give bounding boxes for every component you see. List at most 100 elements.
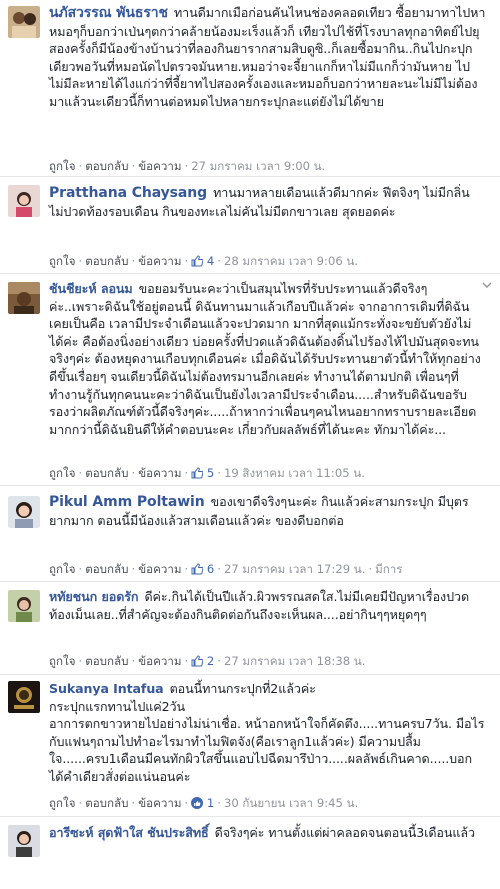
message-link[interactable]: ข้อความ (138, 654, 181, 668)
separator: · (217, 466, 221, 480)
comment: หทัยชนก ยอดรัก ดีค่ะ.กินได้เป็นปีแล้ว.ผิว… (0, 582, 500, 675)
separator: · (78, 466, 83, 480)
message-link[interactable]: ข้อความ (138, 159, 181, 173)
reply-link[interactable]: ตอบกลับ (85, 796, 128, 810)
edited-label[interactable]: มีการ (375, 562, 402, 576)
avatar[interactable] (8, 496, 40, 528)
message-link[interactable]: ข้อความ (138, 254, 181, 268)
separator: · (78, 254, 83, 268)
like-link[interactable]: ถูกใจ (49, 159, 76, 173)
timestamp[interactable]: 27 มกราคม เวลา 17:29 น. (224, 562, 365, 576)
thumbs-up-icon (191, 563, 204, 575)
timestamp[interactable]: 28 มกราคม เวลา 9:06 น. (224, 254, 358, 268)
comment: Sukanya Intafua ตอนนี้ทานกระปุกที่2แล้วค่… (0, 675, 500, 817)
timestamp[interactable]: 27 มกราคม เวลา 9:00 น. (191, 159, 325, 173)
reply-link[interactable]: ตอบกลับ (85, 562, 128, 576)
commenter-name[interactable]: นภัสวรรณ พันธราช (49, 5, 168, 21)
separator: · (78, 562, 83, 576)
comment-body: อารีซะห์ สุดฟ้าใส ชันประสิทธิ์ ดีจริงๆค่ะ… (49, 824, 486, 842)
comment-actions: ถูกใจ · ตอบกลับ · ข้อความ · 1 · 30 กันยายน เวลา… (49, 795, 492, 813)
thumbs-up-circle-icon (191, 797, 204, 809)
timestamp[interactable]: 30 กันยายน เวลา 9:45 น. (224, 796, 358, 810)
like-count[interactable]: 5 (191, 466, 214, 480)
comment: Pikul Amm Poltawin ของเขาดีจริงๆนะค่ะ กิน… (0, 486, 500, 582)
commenter-name[interactable]: ชันชียะห์ ลอนม (49, 281, 133, 296)
avatar[interactable] (8, 681, 40, 713)
avatar[interactable] (8, 6, 40, 38)
commenter-name[interactable]: Pikul Amm Poltawin (49, 494, 205, 510)
separator: · (78, 654, 83, 668)
like-link[interactable]: ถูกใจ (49, 562, 76, 576)
comment-actions: ถูกใจ · ตอบกลับ · ข้อความ · 27 มกราคม เวลา 9:0… (49, 158, 492, 176)
thumbs-up-icon (191, 255, 204, 267)
comment-actions: ถูกใจ · ตอบกลับ · ข้อความ · 4 · 28 มกราคม เวลา … (49, 253, 492, 271)
timestamp[interactable]: 19 สิงหาคม เวลา 11:05 น. (224, 466, 365, 480)
like-link[interactable]: ถูกใจ (49, 654, 76, 668)
avatar[interactable] (8, 590, 40, 622)
like-count-value: 2 (206, 654, 215, 668)
reply-link[interactable]: ตอบกลับ (85, 466, 128, 480)
separator: · (184, 562, 189, 576)
separator: · (184, 796, 189, 810)
commenter-name[interactable]: หทัยชนก ยอดรัก (49, 589, 139, 604)
avatar[interactable] (8, 185, 40, 217)
comment: ชันชียะห์ ลอนม ขอยอมรับนะคะว่าเป็นสมุนไพร… (0, 274, 500, 486)
like-link[interactable]: ถูกใจ (49, 466, 76, 480)
like-link[interactable]: ถูกใจ (49, 254, 76, 268)
comment-text: ตอนนี้ทานกระปุกที่2แล้วค่ะ กระปุกแรกทานไ… (49, 681, 485, 784)
comment-feed: นภัสวรรณ พันธราช ทานดีมากเมือก่อนคันไหนช่… (0, 0, 500, 889)
chevron-down-icon[interactable] (482, 280, 492, 290)
avatar[interactable] (8, 282, 40, 314)
comment-text: ขอยอมรับนะคะว่าเป็นสมุนไพรที่รับประทานแล… (49, 281, 481, 437)
separator: · (217, 254, 221, 268)
comment: อารีซะห์ สุดฟ้าใส ชันประสิทธิ์ ดีจริงๆค่ะ… (0, 817, 500, 889)
timestamp[interactable]: 27 มกราคม เวลา 18:38 น. (224, 654, 365, 668)
comment-actions: ถูกใจ · ตอบกลับ · ข้อความ · 5 · 19 สิงหาคม เวลา… (49, 465, 492, 483)
comment-body: นภัสวรรณ พันธราช ทานดีมากเมือก่อนคันไหนช่… (49, 4, 486, 111)
separator: · (78, 159, 83, 173)
separator: · (184, 654, 189, 668)
comment: นภัสวรรณ พันธราช ทานดีมากเมือก่อนคันไหนช่… (0, 0, 500, 177)
like-count[interactable]: 6 (191, 562, 214, 576)
separator: · (217, 654, 221, 668)
message-link[interactable]: ข้อความ (138, 796, 181, 810)
comment-body: Sukanya Intafua ตอนนี้ทานกระปุกที่2แล้วค่… (49, 680, 486, 786)
commenter-name[interactable]: อารีซะห์ สุดฟ้าใส ชันประสิทธิ์ (49, 825, 209, 840)
reply-link[interactable]: ตอบกลับ (85, 159, 128, 173)
separator: · (131, 159, 136, 173)
like-count[interactable]: 4 (191, 254, 214, 268)
comment-actions: ถูกใจ · ตอบกลับ · ข้อความ · 6 · 27 มกราคม เวลา … (49, 561, 492, 579)
commenter-name[interactable]: Pratthana Chaysang (49, 185, 207, 201)
like-link[interactable]: ถูกใจ (49, 796, 76, 810)
comment-body: หทัยชนก ยอดรัก ดีค่ะ.กินได้เป็นปีแล้ว.ผิว… (49, 588, 486, 623)
like-count[interactable]: 1 (191, 796, 214, 810)
separator: · (131, 654, 136, 668)
separator: · (368, 562, 373, 576)
separator: · (217, 796, 221, 810)
separator: · (184, 254, 189, 268)
reply-link[interactable]: ตอบกลับ (85, 654, 128, 668)
comment-body: ชันชียะห์ ลอนม ขอยอมรับนะคะว่าเป็นสมุนไพร… (49, 280, 482, 438)
separator: · (184, 466, 189, 480)
reply-link[interactable]: ตอบกลับ (85, 254, 128, 268)
like-count-value: 4 (206, 254, 215, 268)
separator: · (131, 796, 136, 810)
separator: · (131, 254, 136, 268)
separator: · (217, 562, 221, 576)
thumbs-up-icon (191, 467, 204, 479)
separator: · (131, 466, 136, 480)
comment-body: Pikul Amm Poltawin ของเขาดีจริงๆนะค่ะ กิน… (49, 493, 486, 529)
like-count[interactable]: 2 (191, 654, 214, 668)
separator: · (131, 562, 136, 576)
like-count-value: 1 (206, 796, 215, 810)
separator: · (78, 796, 83, 810)
comment-body: Pratthana Chaysang ทานมาหลายเดือนแล้วดีมา… (49, 184, 486, 220)
comment-text: ดีจริงๆค่ะ ทานตั้งแต่ผ่าคลอดจนตอนนี้3เดื… (214, 825, 476, 840)
comment: Pratthana Chaysang ทานมาหลายเดือนแล้วดีมา… (0, 177, 500, 274)
commenter-name[interactable]: Sukanya Intafua (49, 681, 164, 696)
avatar[interactable] (8, 825, 40, 857)
message-link[interactable]: ข้อความ (138, 562, 181, 576)
message-link[interactable]: ข้อความ (138, 466, 181, 480)
like-count-value: 5 (206, 466, 215, 480)
comment-actions: ถูกใจ · ตอบกลับ · ข้อความ · 2 · 27 มกราคม เวลา … (49, 653, 492, 671)
